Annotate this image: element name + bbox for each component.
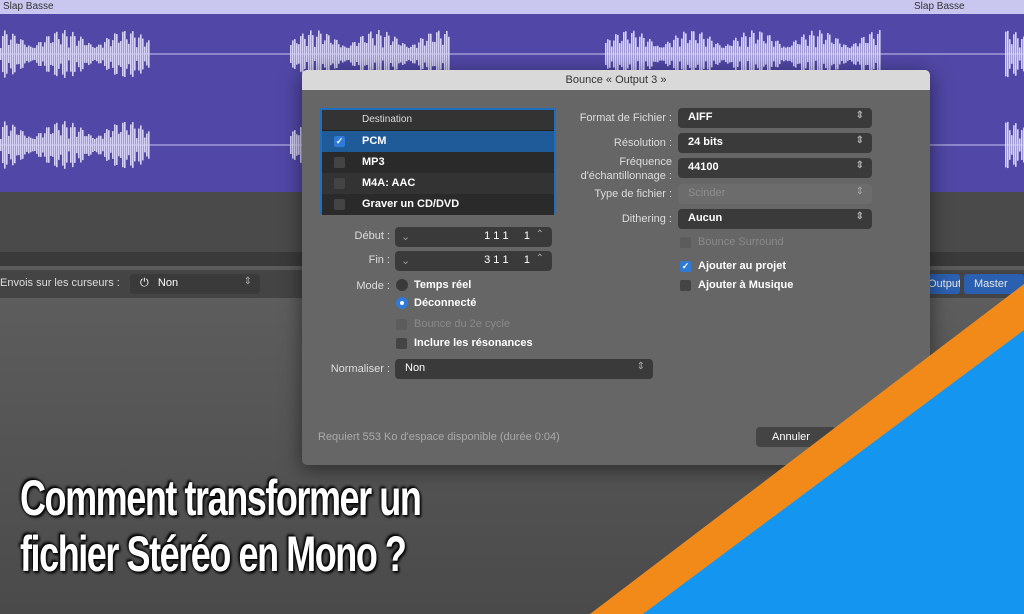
headline-title: Comment transformer un fichier Stéréo en…: [20, 470, 422, 582]
title-line-2: fichier Stéréo en Mono ?: [20, 526, 407, 582]
title-line-1: Comment transformer un: [20, 470, 422, 526]
